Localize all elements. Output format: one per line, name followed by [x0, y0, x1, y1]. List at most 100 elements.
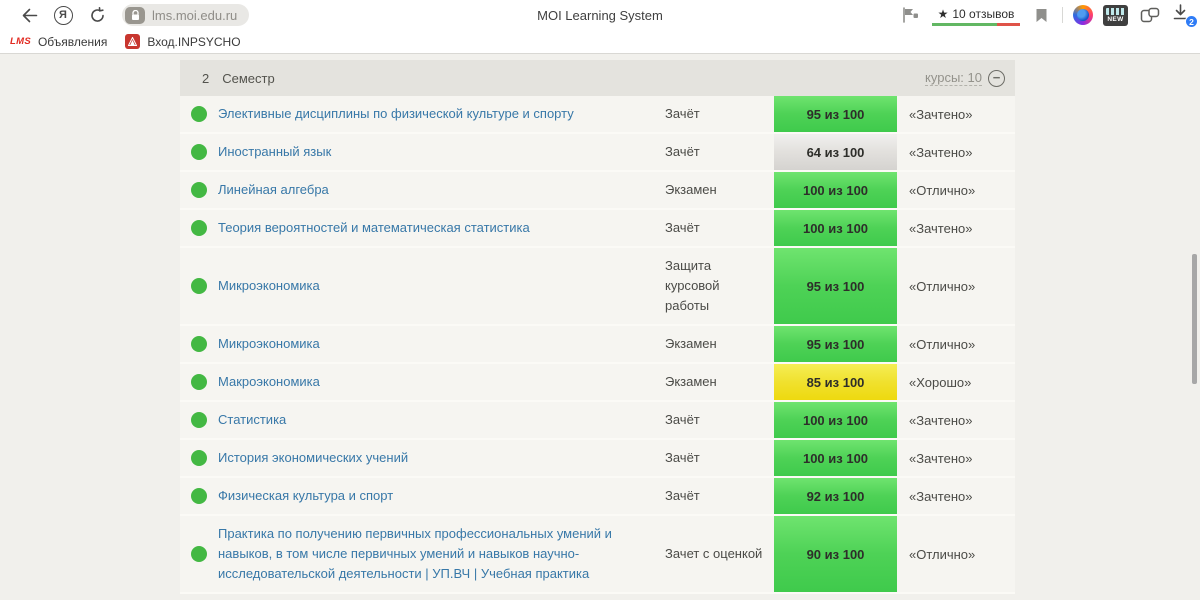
- address-bar[interactable]: lms.moi.edu.ru: [122, 4, 250, 26]
- extension-icon[interactable]: [1073, 5, 1093, 25]
- status-dot-icon: [191, 182, 207, 198]
- score-badge: 92 из 100: [774, 478, 897, 514]
- score-badge: 95 из 100: [774, 96, 897, 132]
- course-link[interactable]: Микроэкономика: [218, 334, 320, 354]
- back-arrow-icon: [22, 8, 37, 22]
- grades-table: 2 Семестр курсы: 10 − Элективные дисципл…: [180, 60, 1015, 600]
- browser-toolbar: MOI Learning System Я lms.moi.edu.ru ★ 1…: [0, 0, 1200, 30]
- exam-type: Зачёт: [665, 412, 700, 427]
- table-row: Микроэкономика Защита курсовой работы 95…: [180, 248, 1015, 326]
- marquee-icon: [1106, 7, 1125, 15]
- grade-text: «Отлично»: [909, 278, 976, 294]
- score-text: 100 из 100: [802, 412, 869, 428]
- table-row: История экономических учений Зачёт 100 и…: [180, 440, 1015, 478]
- score-badge: 100 из 100: [774, 172, 897, 208]
- toolbar-separator: [1062, 7, 1063, 23]
- semester-number: 2: [202, 70, 210, 86]
- grade-text: «Зачтено»: [909, 412, 973, 428]
- vertical-scrollbar[interactable]: [1192, 254, 1197, 384]
- score-badge: 64 из 100: [774, 134, 897, 170]
- score-badge: 100 из 100: [774, 440, 897, 476]
- score-text: 92 из 100: [806, 488, 865, 504]
- refresh-button[interactable]: [80, 2, 114, 28]
- course-link[interactable]: Теория вероятностей и математическая ста…: [218, 218, 530, 238]
- browser-chrome: MOI Learning System Я lms.moi.edu.ru ★ 1…: [0, 0, 1200, 54]
- reviews-rating-bar: [932, 23, 1020, 26]
- table-row: Физическая культура и спорт Зачёт 92 из …: [180, 478, 1015, 516]
- bookmark-label: Объявления: [37, 34, 108, 49]
- bookmark-item-announcements[interactable]: LMS Объявления: [10, 35, 107, 49]
- score-badge: 95 из 100: [774, 326, 897, 362]
- table-row: Иностранный язык Зачёт 64 из 100 «Зачтен…: [180, 134, 1015, 172]
- score-text: 64 из 100: [806, 144, 865, 160]
- course-link[interactable]: Макроэкономика: [218, 372, 320, 392]
- lms-page: 2 Семестр курсы: 10 − Элективные дисципл…: [0, 54, 1200, 600]
- score-badge: 100 из 100: [774, 402, 897, 438]
- table-row: Элективные дисциплины по физической куль…: [180, 96, 1015, 134]
- protect-button[interactable]: [898, 2, 922, 28]
- new-badge: NEW: [1107, 15, 1124, 23]
- status-dot-icon: [191, 220, 207, 236]
- site-reviews-button[interactable]: ★ 10 отзывов: [932, 4, 1020, 26]
- exam-type: Зачёт: [665, 144, 700, 159]
- refresh-icon: [90, 6, 104, 22]
- score-text: 95 из 100: [806, 336, 865, 352]
- status-dot-icon: [191, 488, 207, 504]
- bookmark-icon: [1036, 8, 1046, 22]
- downloads-count-badge: 2: [1185, 15, 1198, 28]
- grade-text: «Зачтено»: [909, 488, 973, 504]
- grade-text: «Зачтено»: [909, 220, 973, 236]
- yandex-button[interactable]: Я: [46, 2, 80, 28]
- exam-type: Зачет с оценкой: [665, 546, 763, 561]
- course-link[interactable]: Физическая культура и спорт: [218, 486, 393, 506]
- exam-type: Зачёт: [665, 450, 700, 465]
- score-badge: 85 из 100: [774, 364, 897, 400]
- table-row: Теория вероятностей и математическая ста…: [180, 210, 1015, 248]
- downloads-button[interactable]: 2: [1172, 3, 1198, 28]
- exam-type: Зачёт: [665, 106, 700, 121]
- new-extension-icon[interactable]: NEW: [1103, 4, 1128, 26]
- grade-text: «Зачтено»: [909, 106, 973, 122]
- course-link[interactable]: Микроэкономика: [218, 276, 320, 296]
- collapse-minus-icon[interactable]: −: [988, 69, 1005, 87]
- score-badge: 90 из 100: [774, 516, 897, 592]
- score-text: 95 из 100: [806, 278, 865, 294]
- bookmark-item-inpsycho[interactable]: Вход.INPSYCHO: [125, 34, 241, 49]
- score-text: 100 из 100: [802, 182, 869, 198]
- course-rows: Элективные дисциплины по физической куль…: [180, 96, 1015, 594]
- exam-type: Защита курсовой работы: [665, 258, 720, 313]
- lms-logo-icon: LMS: [10, 36, 31, 47]
- protect-flag-icon: [903, 7, 918, 23]
- bookmark-button[interactable]: [1030, 2, 1052, 28]
- exam-type: Экзамен: [665, 182, 717, 197]
- score-text: 90 из 100: [806, 546, 865, 562]
- grade-text: «Отлично»: [909, 336, 976, 352]
- course-link[interactable]: Линейная алгебра: [218, 180, 329, 200]
- status-dot-icon: [191, 278, 207, 294]
- table-row: Статистика Зачёт 100 из 100 «Зачтено»: [180, 402, 1015, 440]
- score-text: 100 из 100: [802, 220, 869, 236]
- lock-icon[interactable]: [125, 6, 145, 24]
- status-dot-icon: [191, 374, 207, 390]
- back-button[interactable]: [12, 2, 46, 28]
- score-badge: 95 из 100: [774, 248, 897, 324]
- table-row: Практика по получению первичных професси…: [180, 516, 1015, 594]
- course-link[interactable]: Элективные дисциплины по физической куль…: [218, 104, 574, 124]
- grade-text: «Зачтено»: [909, 450, 973, 466]
- collections-button[interactable]: [1138, 2, 1162, 28]
- status-dot-icon: [191, 450, 207, 466]
- courses-count-link[interactable]: курсы: 10: [925, 70, 982, 86]
- course-link[interactable]: Иностранный язык: [218, 142, 331, 162]
- grade-text: «Хорошо»: [909, 374, 972, 390]
- exam-type: Зачёт: [665, 488, 700, 503]
- status-dot-icon: [191, 546, 207, 562]
- exam-type: Экзамен: [665, 374, 717, 389]
- course-link[interactable]: Статистика: [218, 410, 286, 430]
- course-link[interactable]: История экономических учений: [218, 448, 408, 468]
- star-icon: ★: [937, 7, 949, 21]
- status-dot-icon: [191, 144, 207, 160]
- course-link[interactable]: Практика по получению первичных професси…: [218, 524, 658, 584]
- status-dot-icon: [191, 336, 207, 352]
- inpsycho-logo-icon: [125, 34, 141, 49]
- score-badge: 100 из 100: [774, 210, 897, 246]
